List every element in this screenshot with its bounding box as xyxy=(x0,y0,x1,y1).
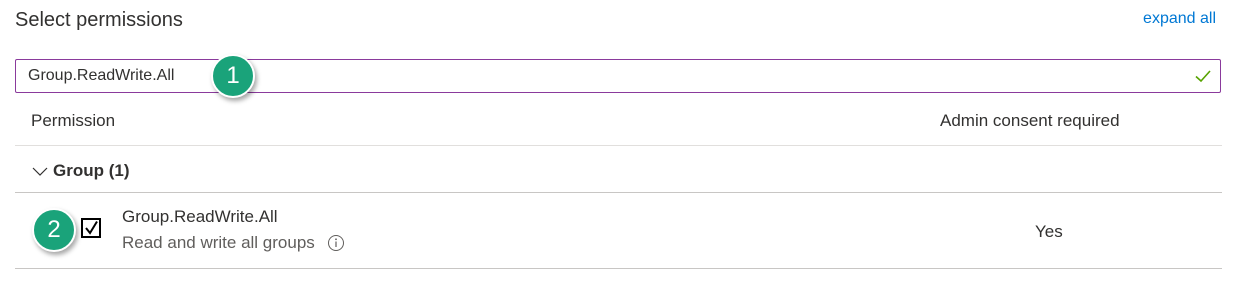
permission-checkbox[interactable] xyxy=(81,218,101,238)
column-header-admin-consent: Admin consent required xyxy=(940,111,1120,130)
row-divider xyxy=(15,268,1222,269)
checkmark-icon xyxy=(1195,70,1211,83)
permission-search-box[interactable] xyxy=(15,59,1221,93)
group-divider xyxy=(15,192,1222,193)
permission-search-input[interactable] xyxy=(16,60,1186,92)
permission-description: Read and write all groups xyxy=(122,233,315,252)
page-title: Select permissions xyxy=(15,9,183,31)
group-toggle-row[interactable]: Group (1) xyxy=(32,159,130,183)
step-callout-2: 2 xyxy=(32,208,76,252)
column-header-permission: Permission xyxy=(31,111,116,130)
step-callout-1: 1 xyxy=(211,54,255,98)
info-icon[interactable] xyxy=(327,234,345,252)
checkbox-check-icon xyxy=(85,220,98,235)
chevron-down-icon xyxy=(32,167,48,176)
header-divider xyxy=(15,145,1222,146)
permission-name: Group.ReadWrite.All xyxy=(122,207,278,226)
permission-admin-consent: Yes xyxy=(1035,222,1063,241)
expand-all-link[interactable]: expand all xyxy=(1143,10,1216,28)
permission-description-row: Read and write all groups xyxy=(122,233,345,253)
group-label: Group (1) xyxy=(53,161,130,180)
